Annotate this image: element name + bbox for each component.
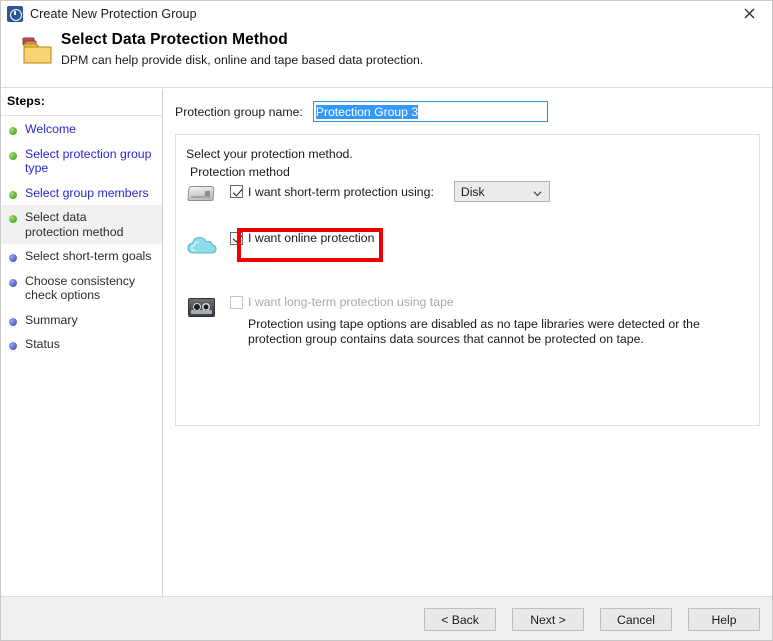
next-button[interactable]: Next > xyxy=(512,608,584,631)
step-bullet-icon xyxy=(9,278,17,287)
step-bullet-icon xyxy=(9,317,17,326)
protection-group-name-input[interactable] xyxy=(312,101,548,122)
protection-method-intro: Select your protection method. xyxy=(186,147,353,161)
back-button[interactable]: < Back xyxy=(424,608,496,631)
short-term-protection-label: I want short-term protection using: xyxy=(248,184,434,199)
protection-method-caption: Protection method xyxy=(186,165,294,179)
sidebar-item-label: Welcome xyxy=(25,122,77,136)
sidebar-item-label: Select data protection method xyxy=(25,210,124,239)
sidebar-item-label: Choose consistency check options xyxy=(25,273,136,303)
create-protection-group-window: Create New Protection Group Select Data … xyxy=(0,0,773,641)
sidebar-item-label: Select short-term goals xyxy=(25,249,152,263)
help-button[interactable]: Help xyxy=(688,608,760,631)
online-protection-checkbox[interactable] xyxy=(230,231,243,245)
online-protection-label: I want online protection xyxy=(248,231,375,245)
step-bullet-icon xyxy=(9,127,17,135)
steps-divider xyxy=(1,115,162,116)
window-title: Create New Protection Group xyxy=(30,6,197,21)
sidebar-item-select-protection-group-type[interactable]: Select protection group type xyxy=(1,142,162,181)
short-term-protection-row: I want short-term protection using: Disk xyxy=(186,181,550,207)
short-term-protection-checkbox[interactable] xyxy=(230,185,243,198)
long-term-protection-label: I want long-term protection using tape xyxy=(248,295,454,309)
online-protection-row: I want online protection xyxy=(186,231,374,257)
sidebar-item-select-data-protection-method[interactable]: Select data protection method xyxy=(1,205,162,244)
cloud-icon xyxy=(186,231,218,257)
sidebar-item-label: Select group members xyxy=(25,185,149,200)
page-title: Select Data Protection Method xyxy=(61,31,288,48)
short-term-storage-dropdown[interactable]: Disk xyxy=(453,181,550,202)
step-bullet-icon xyxy=(9,151,17,160)
step-bullet-icon xyxy=(9,190,17,199)
sidebar-item-label: Select protection group type xyxy=(25,146,152,176)
sidebar-item-label: Summary xyxy=(25,312,78,327)
dpm-clock-icon xyxy=(7,5,23,22)
step-bullet-icon xyxy=(9,342,17,350)
stray-artifact xyxy=(710,239,719,248)
disk-icon xyxy=(186,181,218,207)
steps-title: Steps: xyxy=(7,94,45,108)
folder-icon xyxy=(21,35,57,69)
protection-method-groupbox: Protection method Select your protection… xyxy=(175,134,760,426)
step-bullet-icon xyxy=(9,215,17,223)
long-term-protection-checkbox xyxy=(230,295,243,309)
chevron-down-icon xyxy=(533,187,542,196)
sidebar-item-status[interactable]: Status xyxy=(1,332,162,357)
protection-group-name-label: Protection group name: xyxy=(175,104,303,119)
sidebar-item-choose-consistency-check-options[interactable]: Choose consistency check options xyxy=(1,269,162,308)
step-bullet-icon xyxy=(9,254,17,262)
title-bar: Create New Protection Group xyxy=(1,1,772,26)
sidebar-item-select-short-term-goals[interactable]: Select short-term goals xyxy=(1,244,162,269)
sidebar-item-label: Status xyxy=(25,337,60,351)
steps-list: Welcome Select protection group type Sel… xyxy=(1,117,162,357)
cancel-button[interactable]: Cancel xyxy=(600,608,672,631)
sidebar-item-welcome[interactable]: Welcome xyxy=(1,117,162,142)
main-content: Protection group name: Protection method… xyxy=(164,89,772,597)
protection-group-name-row: Protection group name: xyxy=(175,101,548,122)
tape-icon xyxy=(186,295,218,321)
wizard-footer: < Back Next > Cancel Help xyxy=(1,596,772,640)
steps-sidebar: Steps: Welcome Select protection group t… xyxy=(1,89,163,597)
wizard-header: Select Data Protection Method DPM can he… xyxy=(1,26,772,88)
long-term-protection-note: Protection using tape options are disabl… xyxy=(248,317,700,346)
sidebar-item-summary[interactable]: Summary xyxy=(1,308,162,333)
footer-button-group: < Back Next > Cancel Help xyxy=(424,608,760,631)
sidebar-item-select-group-members[interactable]: Select group members xyxy=(1,181,162,206)
long-term-protection-row: I want long-term protection using tape P… xyxy=(186,295,723,347)
page-subtitle: DPM can help provide disk, online and ta… xyxy=(61,53,424,67)
short-term-storage-value: Disk xyxy=(460,184,485,199)
close-icon[interactable] xyxy=(727,1,772,26)
